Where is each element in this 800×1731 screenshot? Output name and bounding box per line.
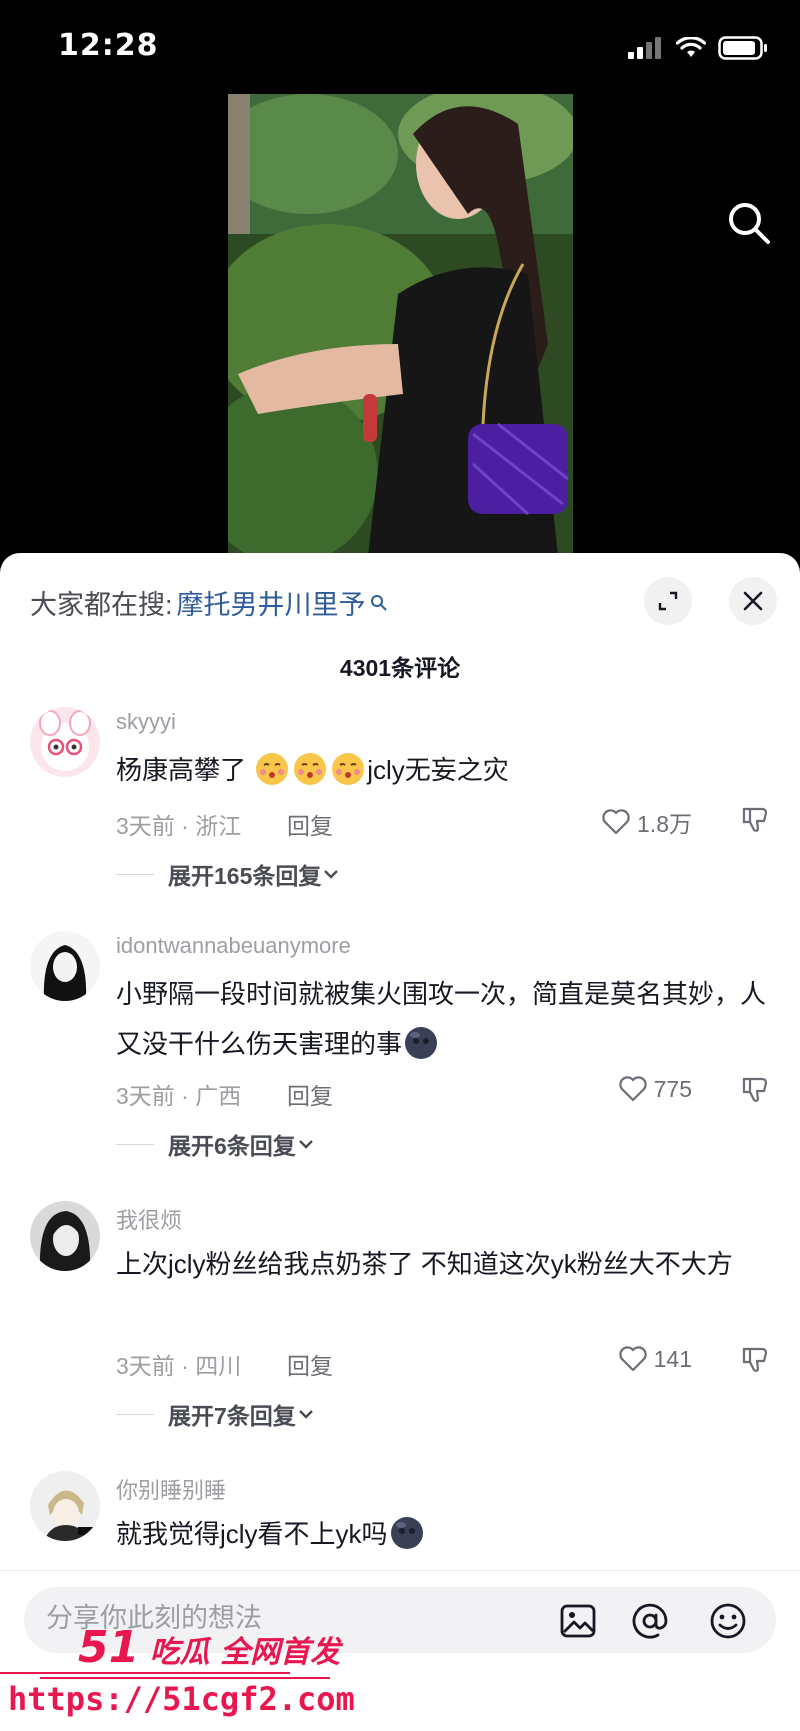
comment-count: 4301条评论 [339,655,461,681]
kiss-face-emoji [332,753,365,785]
video-player[interactable] [0,90,800,560]
like-count: 775 [653,1075,692,1102]
emoji-icon[interactable] [708,1601,748,1641]
hot-search-bar[interactable]: 大家都在搜: 摩托男井川里予 [30,583,388,622]
comment-text-part: 杨康高攀了 [116,755,247,785]
expand-replies-label: 展开165条回复 [168,863,322,889]
avatar[interactable] [30,1471,100,1541]
expand-replies-button[interactable]: 展开7条回复 [116,1397,316,1431]
comment-meta: 3天前 · 广西 [116,1083,242,1109]
close-icon [743,591,763,611]
dark-blob-emoji [405,1027,438,1059]
video-frame[interactable] [228,94,573,556]
video-thumbnail [228,94,573,556]
dark-blob-emoji [390,1517,423,1549]
username[interactable]: skyyyi [116,709,176,735]
comment-item: skyyyi 杨康高攀了 jcly无妄之灾 3天前 · 浙江 回复 1.8万 展… [0,707,800,937]
reply-button[interactable]: 回复 [287,1347,333,1381]
username[interactable]: 我很烦 [116,1203,182,1235]
username[interactable]: idontwannabeuanymore [116,933,351,959]
chevron-down-icon [324,870,339,879]
chevron-down-icon [298,1410,313,1419]
signal-icon [628,37,661,59]
close-button[interactable] [729,577,777,625]
status-time: 12:28 [58,28,159,63]
comment-meta: 3天前 · 浙江 [116,813,242,839]
expand-icon [658,591,678,611]
dislike-icon[interactable] [740,805,770,835]
battery-icon [718,36,767,60]
image-icon[interactable] [558,1601,598,1641]
comment-meta: 3天前 · 四川 [116,1353,242,1379]
comment-text-part: jcly无妄之灾 [367,755,509,785]
like-count: 1.8万 [637,811,692,837]
heart-icon [618,1076,647,1102]
divider [116,1413,154,1415]
hot-search-keyword[interactable]: 摩托男井川里予 [177,583,366,622]
watermark-lines [0,1672,330,1679]
like-count: 141 [653,1345,692,1372]
status-bar: 12:28 [0,0,800,90]
comment-text: 杨康高攀了 jcly无妄之灾 [116,745,766,795]
comment-item: idontwannabeuanymore 小野隔一段时间就被集火围攻一次，简直是… [0,931,800,1171]
search-icon[interactable] [726,200,772,246]
status-icons [628,36,768,60]
comment-item: 你别睡别睡 就我觉得jcly看不上yk吗 [0,1471,800,1581]
expand-replies-label: 展开7条回复 [168,1403,296,1429]
divider [116,1143,154,1145]
watermark-logo: 51 吃瓜 全网首发 [78,1622,340,1673]
reply-button[interactable]: 回复 [287,1077,333,1111]
comments-sheet: 大家都在搜: 摩托男井川里予 4301条评论 skyyyi 杨康高攀了 jcly… [0,553,800,1731]
heart-icon [618,1346,647,1372]
hot-search-label: 大家都在搜: [30,590,173,620]
comment-text-part: 就我觉得jcly看不上yk吗 [116,1519,388,1549]
at-icon[interactable] [630,1601,670,1641]
like-button[interactable]: 775 [618,1075,692,1103]
chevron-down-icon [298,1140,313,1149]
wifi-icon [676,37,706,57]
avatar[interactable] [30,707,100,777]
watermark-logo-text: 吃瓜 全网首发 [149,1635,341,1670]
comment-text: 小野隔一段时间就被集火围攻一次，简直是莫名其妙，人又没干什么伤天害理的事 [116,969,766,1069]
like-button[interactable]: 1.8万 [601,805,692,839]
kiss-face-emoji [294,753,327,785]
dislike-icon[interactable] [740,1075,770,1105]
divider [116,873,154,875]
watermark-logo-number: 51 [78,1622,140,1673]
comment-text: 就我觉得jcly看不上yk吗 [116,1509,766,1559]
expand-button[interactable] [644,577,692,625]
reply-button[interactable]: 回复 [287,807,333,841]
search-small-icon [370,594,387,611]
kiss-face-emoji [256,753,289,785]
like-button[interactable]: 141 [618,1345,692,1373]
comment-text-part: 小野隔一段时间就被集火围攻一次，简直是莫名其妙，人又没干什么伤天害理的事 [116,979,767,1059]
heart-icon [602,809,630,835]
comment-item: 我很烦 上次jcly粉丝给我点奶茶了 不知道这次yk粉丝大不大方 3天前 · 四… [0,1201,800,1441]
comment-text: 上次jcly粉丝给我点奶茶了 不知道这次yk粉丝大不大方 [116,1249,733,1279]
watermark-url: https://51cgf2.com [8,1680,355,1718]
avatar-image [30,1471,100,1541]
expand-replies-button[interactable]: 展开6条回复 [116,1127,316,1161]
expand-replies-button[interactable]: 展开165条回复 [116,857,341,891]
expand-replies-label: 展开6条回复 [168,1133,296,1159]
avatar-image [30,931,100,1001]
dislike-icon[interactable] [740,1345,770,1375]
avatar[interactable] [30,1201,100,1271]
avatar-image [30,1201,100,1271]
username[interactable]: 你别睡别睡 [116,1473,226,1505]
avatar-image [30,707,100,777]
avatar[interactable] [30,931,100,1001]
